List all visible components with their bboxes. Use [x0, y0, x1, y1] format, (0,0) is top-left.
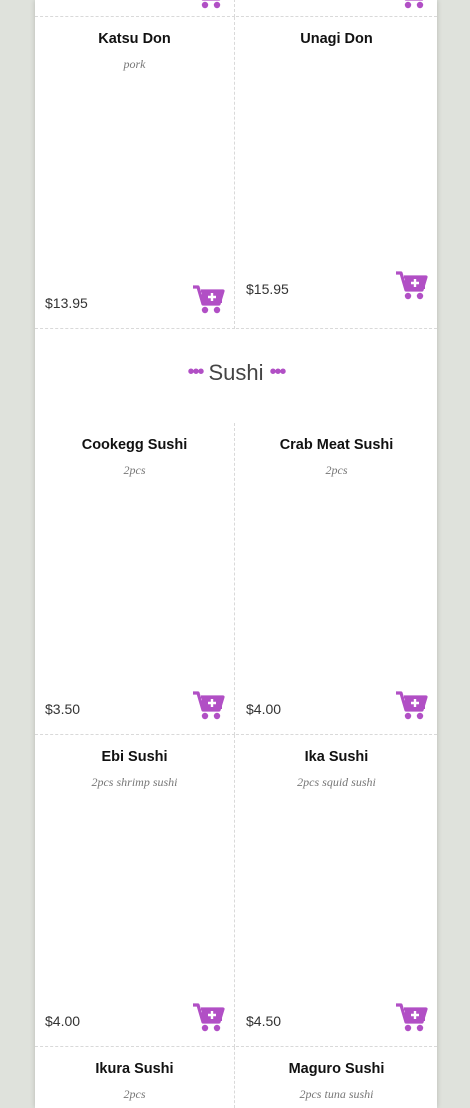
add-to-cart-button[interactable]	[395, 691, 429, 721]
section-title: Sushi	[208, 360, 264, 385]
menu-item-card	[35, 0, 235, 17]
menu-item-card[interactable]: Unagi Don $15.95	[236, 17, 437, 329]
item-price: $4.00	[45, 1013, 81, 1029]
cart-plus-icon	[193, 1003, 225, 1032]
section-header-sushi: ••• Sushi •••	[35, 360, 437, 396]
item-price: $15.95	[246, 281, 289, 297]
item-name: Ika Sushi	[304, 749, 369, 765]
item-description: 2pcs	[123, 463, 146, 477]
item-name: Ebi Sushi	[101, 749, 168, 765]
item-description: 2pcs	[325, 463, 348, 477]
item-name: Maguro Sushi	[288, 1061, 385, 1077]
menu-item-card[interactable]: Crab Meat Sushi 2pcs $4.00	[236, 423, 437, 735]
item-description: 2pcs squid sushi	[297, 775, 376, 789]
cart-plus-icon	[201, 0, 221, 9]
item-name: Unagi Don	[300, 31, 373, 47]
item-description: pork	[123, 57, 146, 71]
item-description: 2pcs tuna sushi	[299, 1087, 374, 1101]
item-name: Cookegg Sushi	[81, 437, 188, 453]
add-to-cart-button[interactable]	[192, 1003, 226, 1033]
add-to-cart-button[interactable]	[395, 271, 429, 301]
menu-item-card[interactable]: Maguro Sushi 2pcs tuna sushi	[236, 1047, 437, 1108]
cart-plus-icon	[404, 0, 424, 9]
item-name: Crab Meat Sushi	[279, 437, 394, 453]
menu-item-card[interactable]: Ikura Sushi 2pcs	[35, 1047, 235, 1108]
menu-item-card[interactable]: Ika Sushi 2pcs squid sushi $4.50	[236, 735, 437, 1047]
item-description: 2pcs	[123, 1087, 146, 1101]
ellipsis-icon: •••	[187, 361, 204, 383]
item-price: $4.00	[246, 701, 282, 717]
item-name: Katsu Don	[98, 31, 171, 47]
menu-panel: Katsu Don pork $13.95 Unagi Don $15.95 •	[35, 0, 437, 1108]
cart-plus-icon	[396, 691, 428, 720]
ellipsis-icon: •••	[269, 361, 287, 383]
add-to-cart-button[interactable]	[192, 691, 226, 721]
item-price: $13.95	[45, 295, 88, 311]
add-to-cart-button[interactable]	[395, 1003, 429, 1033]
menu-item-card	[236, 0, 437, 17]
menu-item-card[interactable]: Ebi Sushi 2pcs shrimp sushi $4.00	[35, 735, 235, 1047]
add-to-cart-button[interactable]	[192, 0, 226, 10]
item-price: $4.50	[246, 1013, 282, 1029]
item-description: 2pcs shrimp sushi	[91, 775, 178, 789]
item-name: Ikura Sushi	[95, 1061, 174, 1077]
cart-plus-icon	[193, 691, 225, 720]
add-to-cart-button[interactable]	[395, 0, 429, 10]
item-price: $3.50	[45, 701, 81, 717]
cart-plus-icon	[396, 1003, 428, 1032]
add-to-cart-button[interactable]	[192, 285, 226, 315]
menu-item-card[interactable]: Katsu Don pork $13.95	[35, 17, 235, 329]
menu-item-card[interactable]: Cookegg Sushi 2pcs $3.50	[35, 423, 235, 735]
cart-plus-icon	[396, 271, 428, 300]
cart-plus-icon	[193, 285, 225, 314]
